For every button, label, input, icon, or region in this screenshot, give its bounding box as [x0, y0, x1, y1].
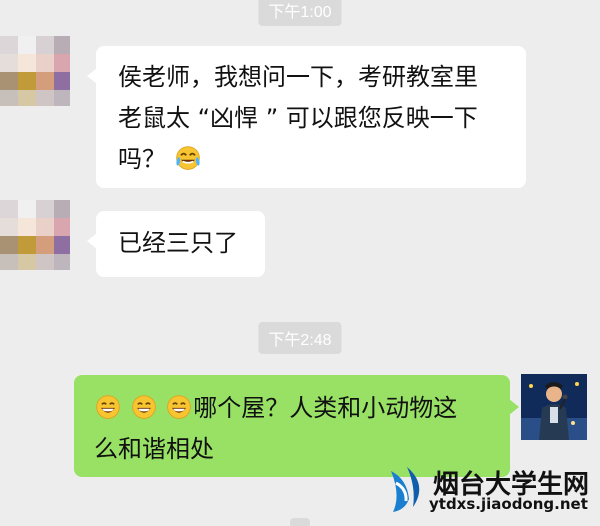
site-watermark: 烟台大学生网 ytdxs.jiaodong.net	[387, 461, 592, 521]
timestamp: 下午2:48	[258, 322, 342, 354]
watermark-url: ytdxs.jiaodong.net	[429, 495, 588, 513]
message-line-with-emoji: 吗？	[118, 139, 510, 180]
wave-logo-icon	[391, 467, 420, 512]
incoming-message-bubble[interactable]: 侯老师，我想问一下，考研教室里 老鼠太 “凶悍 ” 可以跟您反映一下 吗？	[87, 46, 526, 188]
timestamp-partial	[290, 518, 310, 526]
timestamp: 下午1:00	[258, 0, 342, 26]
grinning-face-emoji-icon	[96, 395, 120, 419]
message-line-with-emoji: 哪个屋？人类和小动物这	[94, 388, 494, 429]
message-line: 吗？	[118, 145, 166, 173]
grinning-face-emoji-icon	[131, 395, 156, 419]
message-text: 已经三只了	[118, 229, 238, 257]
user-avatar[interactable]	[521, 374, 587, 440]
message-line: 侯老师，我想问一下，考研教室里	[118, 63, 478, 91]
contact-avatar[interactable]	[0, 200, 70, 270]
chat-window: 下午1:00 侯老师，我想问一下，考研教室里 老鼠太 “凶悍 ” 可以跟您反映一…	[0, 0, 600, 526]
tears-of-joy-emoji-icon	[175, 146, 200, 170]
performer-photo-icon	[521, 374, 587, 440]
contact-avatar[interactable]	[0, 36, 70, 106]
grinning-face-emoji-icon	[167, 395, 192, 419]
incoming-message-bubble[interactable]: 已经三只了	[87, 211, 265, 277]
message-line: 老鼠太 “凶悍 ” 可以跟您反映一下	[118, 104, 478, 132]
message-line: 哪个屋？人类和小动物这	[193, 394, 458, 422]
